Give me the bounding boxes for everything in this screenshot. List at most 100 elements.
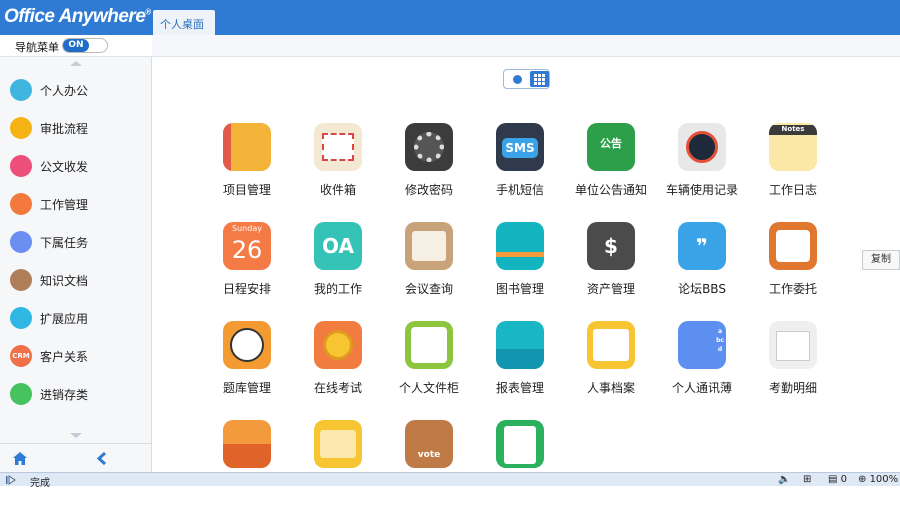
meeting-icon <box>405 222 453 270</box>
app-shortcut[interactable]: 题库管理 <box>202 321 292 411</box>
oa-icon: OA <box>314 222 362 270</box>
app-label: 图书管理 <box>495 282 544 296</box>
notebook-icon <box>223 123 271 171</box>
app-icon-text: SMS <box>502 138 538 158</box>
clipboard-icon <box>496 420 544 468</box>
sidebar-item[interactable]: 知识文档 <box>0 261 151 299</box>
app-shortcut[interactable]: 车辆使用记录 <box>657 123 747 213</box>
sidebar-item[interactable]: 下属任务 <box>0 223 151 261</box>
nav-menu-toggle[interactable]: ON <box>62 38 108 53</box>
app-shortcut[interactable]: 图书管理 <box>475 222 565 312</box>
nav-menu-label: 导航菜单 <box>15 41 59 54</box>
sms-icon: SMS <box>496 123 544 171</box>
home-icon[interactable] <box>12 451 28 466</box>
app-label: 项目管理 <box>222 183 271 197</box>
app-shortcut[interactable]: ❞ 论坛BBS <box>657 222 747 312</box>
status-bar: 完成 🔈 ⊞ ▤ 0 ⊕ 100% <box>0 472 900 489</box>
safe-icon: $ <box>587 222 635 270</box>
app-shortcut[interactable]: OA 我的工作 <box>293 222 383 312</box>
content-header-bar <box>152 35 900 57</box>
zoom-level[interactable]: ⊕ 100% <box>858 474 898 485</box>
team-icon <box>10 231 32 253</box>
sidebar-item[interactable]: 扩展应用 <box>0 299 151 337</box>
extension-icon <box>10 307 32 329</box>
app-shortcut[interactable]: 26 Sunday 日程安排 <box>202 222 292 312</box>
app-shortcut[interactable]: 在线考试 <box>293 321 383 411</box>
app-shortcut[interactable]: $ 资产管理 <box>566 222 656 312</box>
page-icon <box>6 475 16 485</box>
app-shortcut[interactable] <box>293 420 383 510</box>
download-count[interactable]: ▤ 0 <box>828 474 847 485</box>
app-shortcut[interactable]: 工作委托 <box>748 222 838 312</box>
app-icon-text: OA <box>322 234 354 258</box>
app-label: 我的工作 <box>313 282 362 296</box>
app-shortcut[interactable]: 收件箱 <box>293 123 383 213</box>
grid-view-icon[interactable] <box>530 71 549 87</box>
origami-icon <box>223 420 271 468</box>
sidebar-footer <box>0 443 151 472</box>
scroll-down-icon[interactable] <box>70 433 82 438</box>
app-shortcut[interactable] <box>202 420 292 510</box>
sidebar-item[interactable]: 审批流程 <box>0 109 151 147</box>
app-label: 论坛BBS <box>678 282 726 296</box>
app-shortcut[interactable]: 会议查询 <box>384 222 474 312</box>
app-shortcut[interactable]: 报表管理 <box>475 321 565 411</box>
app-icon-text: vote <box>417 450 441 460</box>
sidebar-item-label: 审批流程 <box>40 122 89 136</box>
app-shortcut[interactable]: 项目管理 <box>202 123 292 213</box>
security-icon[interactable]: ⊞ <box>803 474 811 485</box>
app-label: 收件箱 <box>319 183 356 197</box>
app-label: 单位公告通知 <box>574 183 647 197</box>
app-shortcut[interactable]: Notes 工作日志 <box>748 123 838 213</box>
app-icon-text: Sunday <box>232 224 262 233</box>
inventory-icon <box>10 383 32 405</box>
folder-icon <box>314 420 362 468</box>
envelope-icon <box>314 123 362 171</box>
calendar-icon: 26 Sunday <box>223 222 271 270</box>
view-mode-switch[interactable] <box>503 69 550 89</box>
app-shortcut[interactable]: SMS 手机短信 <box>475 123 565 213</box>
app-label: 在线考试 <box>313 381 362 395</box>
app-logo: Office Anywhere® <box>4 6 151 27</box>
app-icon-text: $ <box>604 234 618 258</box>
sidebar-item[interactable]: 进销存类 <box>0 375 151 413</box>
sidebar-item[interactable]: 公文收发 <box>0 147 151 185</box>
sidebar-item-label: 工作管理 <box>40 198 89 212</box>
scroll-up-icon[interactable] <box>70 61 82 66</box>
tab-personal-desktop[interactable]: 个人桌面× <box>153 10 215 45</box>
clock-icon <box>223 321 271 369</box>
tab-label: 个人桌面 <box>160 18 204 31</box>
app-shortcut[interactable]: 人事档案 <box>566 321 656 411</box>
copy-button[interactable]: 复制 <box>862 250 900 270</box>
task-icon <box>10 193 32 215</box>
list-view-dot[interactable] <box>513 75 522 84</box>
person-icon <box>10 79 32 101</box>
sidebar-item-label: 公文收发 <box>40 160 89 174</box>
speaker-icon[interactable]: 🔈 <box>778 474 790 485</box>
sidebar-item[interactable]: 工作管理 <box>0 185 151 223</box>
notes-icon: Notes <box>769 123 817 171</box>
toggle-state: ON <box>63 39 89 52</box>
sidebar: 个人办公审批流程公文收发工作管理下属任务知识文档扩展应用 CRM 客户关系 进销存类 <box>0 57 152 472</box>
app-label: 工作日志 <box>768 183 817 197</box>
app-shortcut[interactable]: vote <box>384 420 474 510</box>
sidebar-item-label: 知识文档 <box>40 274 89 288</box>
book-icon <box>496 222 544 270</box>
app-shortcut[interactable]: 公告 单位公告通知 <box>566 123 656 213</box>
app-shortcut[interactable]: 考勤明细 <box>748 321 838 411</box>
app-icon-text: 公告 <box>600 137 622 150</box>
gear-icon <box>405 123 453 171</box>
app-label: 手机短信 <box>495 183 544 197</box>
chevron-left-icon[interactable] <box>96 451 108 466</box>
sidebar-item-label: 个人办公 <box>40 84 89 98</box>
app-shortcut[interactable]: 个人文件柜 <box>384 321 474 411</box>
nav-menu-bar: 导航菜单 ON <box>0 35 152 57</box>
sidebar-item[interactable]: 个人办公 <box>0 71 151 109</box>
calendar-day: 26 <box>231 236 263 264</box>
app-shortcut[interactable] <box>475 420 565 510</box>
speedometer-icon <box>678 123 726 171</box>
sidebar-item[interactable]: CRM 客户关系 <box>0 337 151 375</box>
app-shortcut[interactable]: 修改密码 <box>384 123 474 213</box>
app-shortcut[interactable]: abcd 个人通讯薄 <box>657 321 747 411</box>
delegate-icon <box>769 222 817 270</box>
